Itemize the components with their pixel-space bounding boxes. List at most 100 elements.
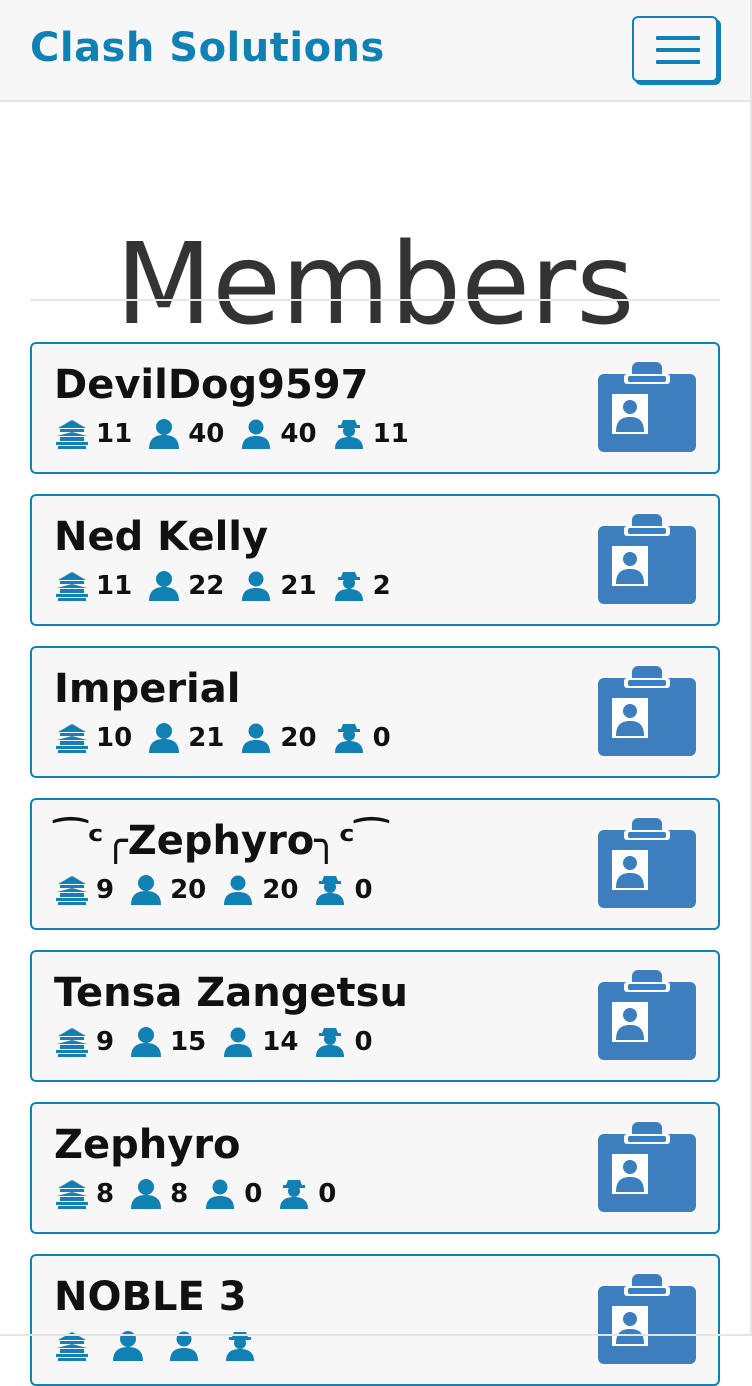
- member-name: DevilDog9597: [54, 362, 369, 408]
- member-stat: 20: [238, 722, 317, 754]
- member-stat: 40: [238, 418, 317, 450]
- member-card[interactable]: DevilDog9597 11 40 40 11: [30, 342, 720, 474]
- town-hall-icon: [54, 418, 90, 450]
- donations-icon: [128, 874, 164, 906]
- war-stars-icon: [312, 874, 348, 906]
- id-card-icon: [598, 1274, 696, 1364]
- menu-toggle-button[interactable]: [632, 16, 718, 82]
- member-stat: 0: [331, 722, 391, 754]
- stat-value: 21: [188, 723, 225, 753]
- member-stat: 2: [331, 570, 391, 602]
- member-card[interactable]: NOBLE 3: [30, 1254, 720, 1386]
- member-stats: 9 20 20 0: [54, 872, 387, 908]
- town-hall-icon: [54, 1178, 90, 1210]
- received-icon: [202, 1178, 238, 1210]
- title-divider: [30, 299, 720, 301]
- view-profile-button[interactable]: [598, 666, 696, 756]
- page-title: Members: [115, 220, 635, 351]
- member-stat: 0: [312, 1026, 373, 1058]
- stat-value: 8: [170, 1179, 189, 1209]
- id-card-icon: [598, 362, 696, 452]
- member-stats: 9 15 14 0: [54, 1024, 387, 1060]
- stat-value: 22: [188, 571, 225, 601]
- member-card[interactable]: Imperial 10 21 20 0: [30, 646, 720, 778]
- member-stats: 10 21 20 0: [54, 720, 405, 756]
- id-card-icon: [598, 514, 696, 604]
- member-stat: 8: [54, 1178, 114, 1210]
- stat-value: 21: [280, 571, 317, 601]
- member-stats: 11 40 40 11: [54, 416, 423, 452]
- member-card[interactable]: Zephyro 8 8 0 0: [30, 1102, 720, 1234]
- stat-value: 10: [96, 723, 133, 753]
- stat-value: 20: [262, 875, 299, 905]
- member-name: Ned Kelly: [54, 514, 269, 560]
- id-card-icon: [598, 666, 696, 756]
- donations-icon: [146, 418, 182, 450]
- stat-value: 15: [170, 1027, 207, 1057]
- war-stars-icon: [276, 1178, 312, 1210]
- view-profile-button[interactable]: [598, 362, 696, 452]
- member-name: Tensa Zangetsu: [54, 970, 408, 1016]
- stat-value: 14: [262, 1027, 299, 1057]
- view-profile-button[interactable]: [598, 1274, 696, 1364]
- member-name: ⁀ᶜ╭Zephyro╮ᶜ⁀: [54, 818, 389, 864]
- id-card-icon: [598, 970, 696, 1060]
- stat-value: 0: [354, 1027, 373, 1057]
- stat-value: 0: [372, 723, 391, 753]
- stat-value: 0: [318, 1179, 337, 1209]
- received-icon: [238, 418, 274, 450]
- member-stat: 11: [54, 570, 132, 602]
- member-card[interactable]: Ned Kelly 11 22 21 2: [30, 494, 720, 626]
- stat-value: 40: [188, 419, 225, 449]
- town-hall-icon: [54, 722, 90, 754]
- member-stat: 40: [146, 418, 224, 450]
- stat-value: 20: [170, 875, 207, 905]
- stat-value: 11: [96, 571, 133, 601]
- id-card-icon: [598, 818, 696, 908]
- stat-value: 8: [96, 1179, 115, 1209]
- member-stats: 8 8 0 0: [54, 1176, 350, 1212]
- member-stat: 10: [54, 722, 132, 754]
- member-stat: 21: [238, 570, 317, 602]
- view-profile-button[interactable]: [598, 514, 696, 604]
- member-card[interactable]: ⁀ᶜ╭Zephyro╮ᶜ⁀ 9 20 20 0: [30, 798, 720, 930]
- donations-icon: [128, 1026, 164, 1058]
- member-name: NOBLE 3: [54, 1274, 247, 1320]
- view-profile-button[interactable]: [598, 970, 696, 1060]
- war-stars-icon: [331, 570, 367, 602]
- member-stat: 0: [312, 874, 373, 906]
- member-stat: 22: [146, 570, 224, 602]
- member-stat: 9: [54, 1026, 114, 1058]
- member-stat: 20: [128, 874, 206, 906]
- stat-value: 11: [372, 419, 409, 449]
- stat-value: 11: [96, 419, 133, 449]
- stat-value: 0: [244, 1179, 263, 1209]
- received-icon: [238, 570, 274, 602]
- view-profile-button[interactable]: [598, 818, 696, 908]
- brand-logo[interactable]: Clash Solutions: [30, 24, 385, 72]
- member-stat: 11: [331, 418, 409, 450]
- member-name: Imperial: [54, 666, 241, 712]
- stat-value: 0: [354, 875, 373, 905]
- stat-value: 9: [96, 875, 115, 905]
- donations-icon: [128, 1178, 164, 1210]
- war-stars-icon: [331, 722, 367, 754]
- member-stats: 11 22 21 2: [54, 568, 405, 604]
- view-profile-button[interactable]: [598, 1122, 696, 1212]
- main-content: Members DevilDog9597 11 40 40 11 Ned Kelly 11 2…: [0, 102, 752, 1386]
- stat-value: 2: [372, 571, 391, 601]
- member-stat: 0: [276, 1178, 336, 1210]
- stat-value: 40: [280, 419, 317, 449]
- received-icon: [220, 1026, 256, 1058]
- member-stat: 0: [202, 1178, 262, 1210]
- id-card-icon: [598, 1122, 696, 1212]
- member-stat: 20: [220, 874, 298, 906]
- member-card[interactable]: Tensa Zangetsu 9 15 14 0: [30, 950, 720, 1082]
- received-icon: [220, 874, 256, 906]
- town-hall-icon: [54, 874, 90, 906]
- donations-icon: [146, 722, 182, 754]
- donations-icon: [146, 570, 182, 602]
- member-stat: 15: [128, 1026, 206, 1058]
- received-icon: [238, 722, 274, 754]
- member-stat: 14: [220, 1026, 298, 1058]
